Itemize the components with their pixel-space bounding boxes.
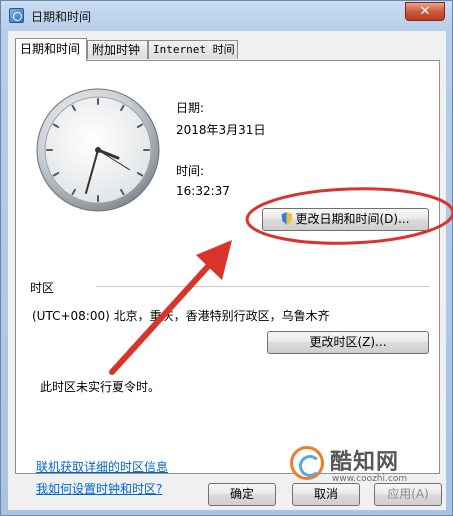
time-label: 时间: [176,164,205,178]
change-date-time-label: 更改日期和时间(D)... [295,212,410,226]
dialog-client: 日期和时间 附加时钟 Internet 时间 日期: 2018年3月31日 时间… [8,31,446,510]
cancel-button[interactable]: 取消 [292,483,360,506]
title-bar[interactable]: 日期和时间 ✕ [1,1,452,31]
timezone-info-link[interactable]: 联机获取详细的时区信息 [36,458,168,475]
dst-note: 此时区未实行夏令时。 [40,380,161,394]
date-time-panel: 日期: 2018年3月31日 时间: 16:32:37 更改日期和时间(D)..… [15,60,440,496]
ok-button[interactable]: 确定 [208,483,276,506]
timezone-divider [96,286,429,287]
clock-app-icon [9,8,24,23]
time-value: 16:32:37 [176,184,230,198]
tab-date-time[interactable]: 日期和时间 [15,38,87,61]
date-value: 2018年3月31日 [176,123,266,137]
apply-button[interactable]: 应用(A) [374,483,442,506]
analog-clock [36,88,160,212]
how-to-set-clock-link[interactable]: 我如何设置时钟和时区? [36,480,162,497]
window-title: 日期和时间 [31,10,92,24]
date-label: 日期: [176,101,205,115]
change-timezone-button[interactable]: 更改时区(Z)... [267,331,429,354]
tab-additional-clocks[interactable]: 附加时钟 [87,40,148,59]
date-time-dialog: 日期和时间 ✕ 日期和时间 附加时钟 Internet 时间 日期: 2018年… [0,0,453,516]
uac-shield-icon [281,212,293,225]
timezone-value: (UTC+08:00) 北京，重庆，香港特别行政区，乌鲁木齐 [32,309,330,323]
change-date-time-button[interactable]: 更改日期和时间(D)... [262,208,429,231]
tab-internet-time[interactable]: Internet 时间 [148,40,238,59]
timezone-header: 时区 [30,281,55,295]
close-button[interactable]: ✕ [405,2,445,21]
